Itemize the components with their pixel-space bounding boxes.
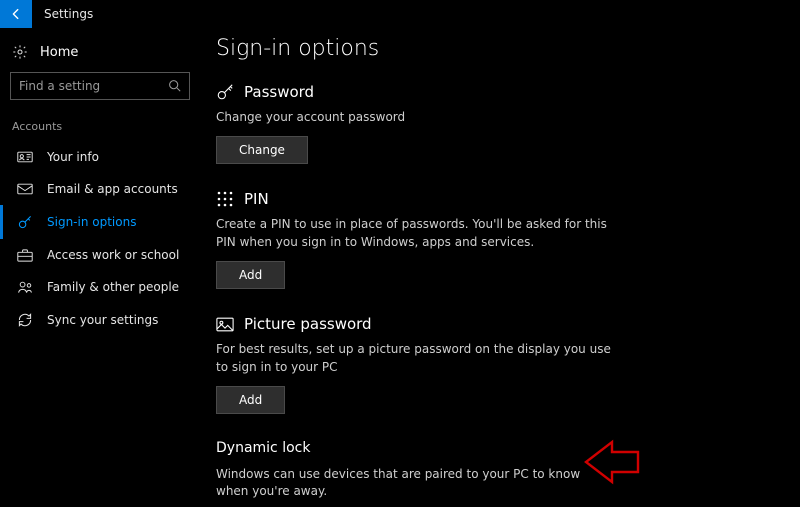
add-pin-button[interactable]: Add: [216, 261, 285, 289]
sidebar-item-label: Sync your settings: [47, 313, 158, 327]
sidebar-item-family-people[interactable]: Family & other people: [0, 271, 200, 303]
picture-icon: [216, 317, 234, 332]
add-picture-button[interactable]: Add: [216, 386, 285, 414]
sidebar-item-email-accounts[interactable]: Email & app accounts: [0, 173, 200, 205]
sidebar-item-access-work-school[interactable]: Access work or school: [0, 239, 200, 271]
app-title: Settings: [32, 7, 93, 21]
sidebar-item-label: Access work or school: [47, 248, 179, 262]
sidebar-item-label: Family & other people: [47, 280, 179, 294]
sidebar-section-label: Accounts: [0, 116, 200, 141]
picture-description: For best results, set up a picture passw…: [216, 341, 616, 376]
briefcase-icon: [17, 249, 33, 262]
picture-heading: Picture password: [244, 315, 372, 333]
sync-icon: [17, 312, 33, 328]
sidebar-item-label: Sign-in options: [47, 215, 136, 229]
pin-description: Create a PIN to use in place of password…: [216, 216, 616, 251]
key-icon: [17, 214, 33, 230]
section-picture-password: Picture password For best results, set u…: [216, 315, 616, 414]
back-button[interactable]: [0, 0, 32, 28]
key-icon: [216, 83, 234, 101]
titlebar: Settings: [0, 0, 800, 28]
keypad-icon: [216, 191, 234, 207]
sidebar-item-your-info[interactable]: Your info: [0, 141, 200, 173]
dynamic-lock-heading: Dynamic lock: [216, 440, 616, 456]
password-heading: Password: [244, 83, 314, 101]
id-card-icon: [17, 151, 33, 163]
section-password: Password Change your account password Ch…: [216, 83, 616, 164]
home-button[interactable]: Home: [0, 36, 200, 72]
section-pin: PIN Create a PIN to use in place of pass…: [216, 190, 616, 289]
password-description: Change your account password: [216, 109, 616, 126]
section-dynamic-lock: Dynamic lock Windows can use devices tha…: [216, 440, 616, 507]
sidebar-item-signin-options[interactable]: Sign-in options: [0, 205, 200, 239]
pin-heading: PIN: [244, 190, 269, 208]
main-content: Sign-in options Password Change your acc…: [200, 28, 800, 507]
sidebar-item-label: Your info: [47, 150, 99, 164]
page-title: Sign-in options: [216, 36, 770, 61]
search-box[interactable]: [10, 72, 190, 100]
home-label: Home: [40, 45, 78, 60]
gear-icon: [12, 44, 28, 60]
search-icon: [168, 77, 181, 96]
people-icon: [17, 280, 33, 294]
dynamic-lock-description: Windows can use devices that are paired …: [216, 466, 616, 501]
sidebar-item-label: Email & app accounts: [47, 182, 178, 196]
sidebar-item-sync-settings[interactable]: Sync your settings: [0, 303, 200, 337]
arrow-left-icon: [9, 7, 23, 21]
change-password-button[interactable]: Change: [216, 136, 308, 164]
search-input[interactable]: [19, 79, 159, 93]
sidebar: Home Accounts Your info Email & app acco…: [0, 28, 200, 507]
mail-icon: [17, 183, 33, 195]
